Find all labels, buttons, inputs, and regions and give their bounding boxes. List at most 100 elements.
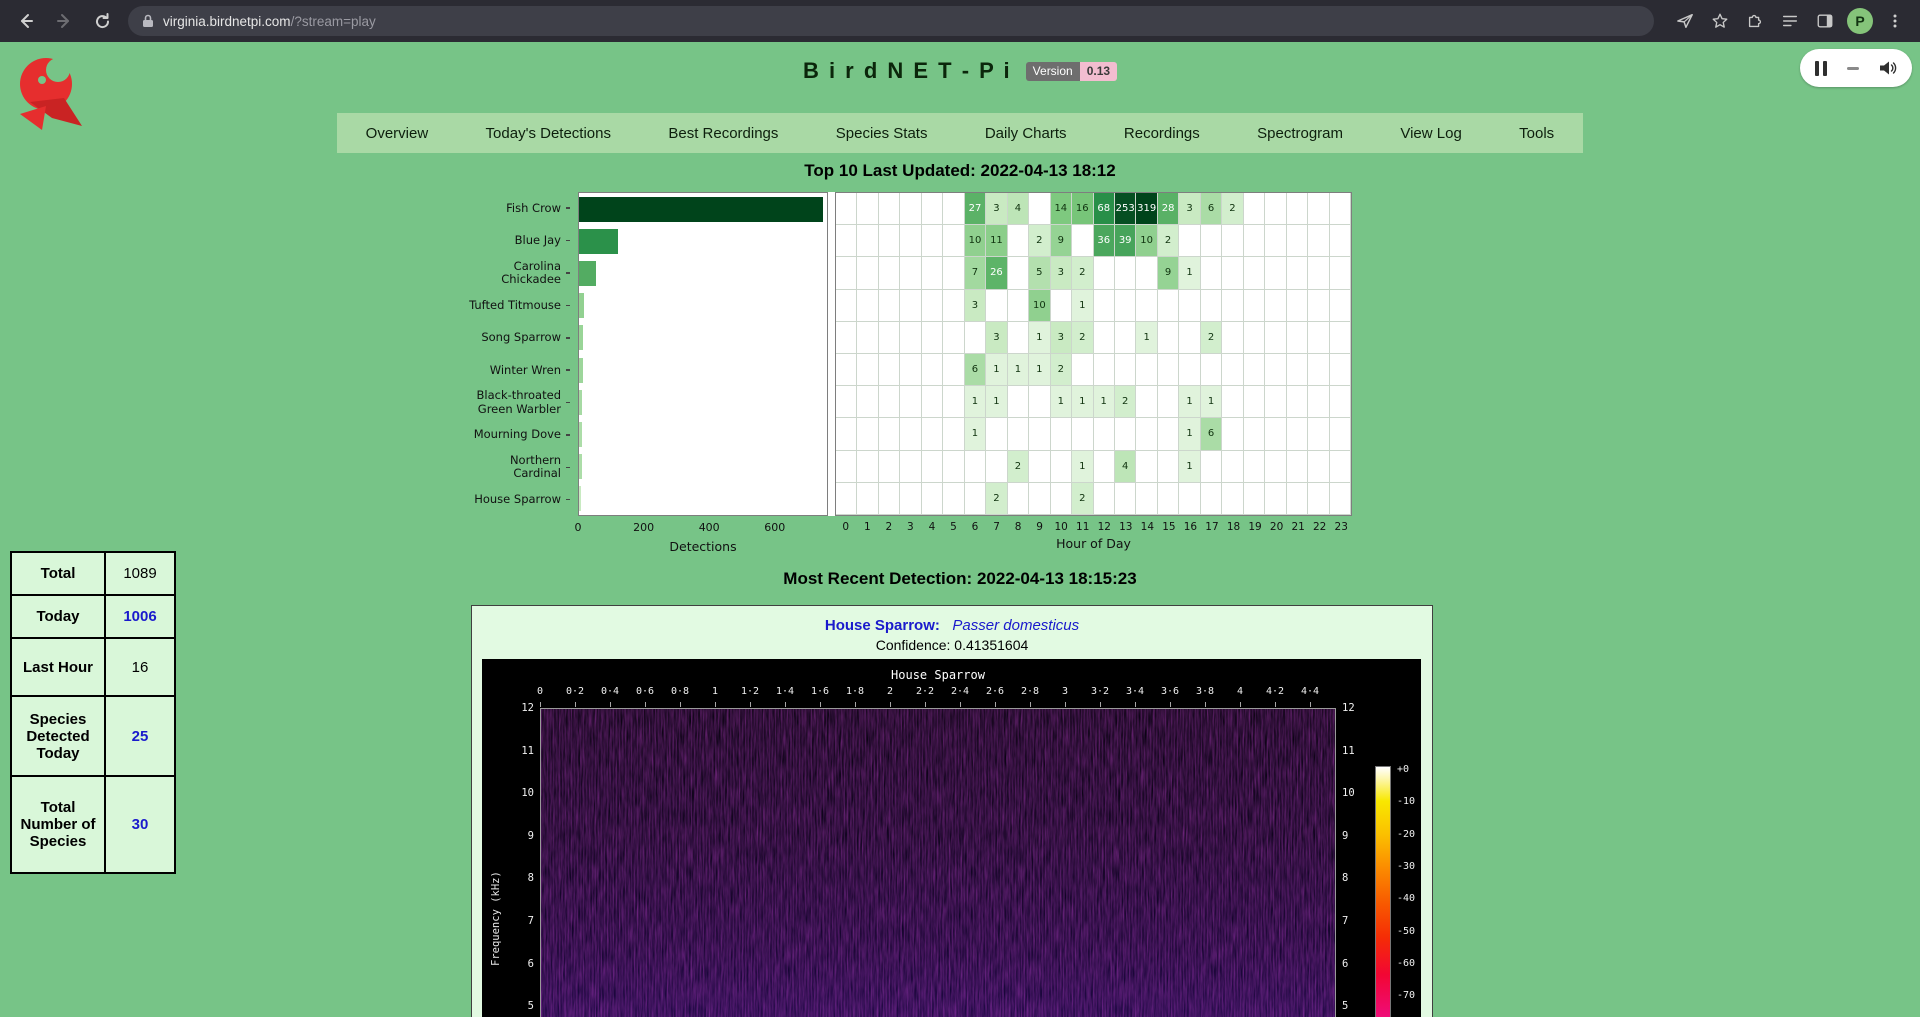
heatmap-cell (1008, 483, 1029, 515)
send-icon[interactable] (1670, 6, 1700, 36)
nav-item-recordings[interactable]: Recordings (1118, 125, 1206, 142)
heatmap-cell (943, 354, 964, 386)
heatmap-cell (900, 257, 921, 289)
heatmap-cell (943, 418, 964, 450)
heatmap-cell (1287, 354, 1308, 386)
reading-list-icon[interactable] (1775, 6, 1805, 36)
spectrogram-colorbar-tick: -70 (1397, 990, 1415, 1001)
heatmap-cell (986, 418, 1007, 450)
heatmap-cell (879, 225, 900, 257)
nav-item-today-s-detections[interactable]: Today's Detections (480, 125, 617, 142)
nav-item-species-stats[interactable]: Species Stats (830, 125, 934, 142)
heatmap-cell (1201, 290, 1222, 322)
audio-player[interactable] (1800, 49, 1912, 87)
spectrogram-x-tick: 0·2 (566, 686, 584, 697)
reload-icon[interactable] (86, 5, 118, 37)
bar-axis-tick: 0 (575, 521, 582, 534)
nav-item-daily-charts[interactable]: Daily Charts (979, 125, 1073, 142)
detection-common-name[interactable]: House Sparrow: (825, 617, 940, 634)
chart-species-labels: Fish CrowBlue JayCarolina ChickadeeTufte… (330, 192, 570, 516)
bar-row (579, 322, 827, 354)
species-label: Winter Wren (330, 354, 570, 386)
heatmap-cell: 1 (1179, 418, 1200, 450)
species-label: Tufted Titmouse (330, 289, 570, 321)
heatmap-cell (1201, 225, 1222, 257)
nav-item-view-log[interactable]: View Log (1394, 125, 1467, 142)
heatmap-cell: 1 (1072, 290, 1093, 322)
heatmap-cell (1158, 418, 1179, 450)
nav-item-tools[interactable]: Tools (1513, 125, 1560, 142)
heatmap-cell (900, 386, 921, 418)
heatmap-cell: 3 (986, 193, 1007, 225)
heatmap-cell (1287, 225, 1308, 257)
heatmap-cell: 14 (1051, 193, 1072, 225)
bookmark-star-icon[interactable] (1705, 6, 1735, 36)
heatmap-cell (1072, 418, 1093, 450)
hour-axis-tick: 17 (1205, 521, 1218, 533)
stat-value-link[interactable]: 30 (106, 777, 174, 872)
avatar[interactable]: P (1847, 8, 1873, 34)
stat-value-link[interactable]: 25 (106, 697, 174, 775)
nav-item-overview[interactable]: Overview (360, 125, 435, 142)
detections-bar (579, 422, 582, 447)
spectrogram-x-tick: 3·4 (1126, 686, 1144, 697)
heatmap-cell: 10 (965, 225, 986, 257)
nav-item-best-recordings[interactable]: Best Recordings (662, 125, 784, 142)
heatmap-cell: 1 (1008, 354, 1029, 386)
detections-bar (579, 197, 823, 222)
birdnetpi-page: B i r d N E T - P i Version 0.13 Overvie… (0, 42, 1920, 1017)
bar-axis-ticks: 0200400600 (578, 521, 828, 535)
heatmap-cell: 10 (1136, 225, 1157, 257)
heatmap-cell (943, 193, 964, 225)
spectrogram-x-tick: 4 (1237, 686, 1243, 697)
heatmap-cell (1265, 257, 1286, 289)
heatmap-cell (1115, 483, 1136, 515)
heatmap-cell (1244, 451, 1265, 483)
chart-gap (828, 192, 835, 516)
heatmap-cell: 1 (1072, 386, 1093, 418)
heatmap-cell (900, 290, 921, 322)
heatmap-cell: 16 (1072, 193, 1093, 225)
back-icon[interactable] (10, 5, 42, 37)
seek-dash[interactable] (1847, 67, 1859, 70)
heatmap-cell (943, 483, 964, 515)
bar-row (579, 290, 827, 322)
heatmap-cell (1008, 290, 1029, 322)
heatmap-cell (922, 418, 943, 450)
menu-dots-icon[interactable] (1880, 6, 1910, 36)
side-panel-icon[interactable] (1810, 6, 1840, 36)
stat-value-link[interactable]: 1006 (106, 596, 174, 637)
heatmap-cell: 1 (1029, 354, 1050, 386)
bar-axis-tick: 400 (699, 521, 720, 534)
heatmap-cell (1158, 386, 1179, 418)
heatmap-cell (1308, 386, 1329, 418)
heatmap-cell: 319 (1136, 193, 1157, 225)
pause-icon[interactable] (1815, 61, 1827, 76)
heatmap-cell: 9 (1051, 225, 1072, 257)
heatmap-cell (857, 451, 878, 483)
volume-icon[interactable] (1879, 60, 1897, 76)
heatmap-cell (836, 193, 857, 225)
forward-icon[interactable] (48, 5, 80, 37)
heatmap-cell (922, 290, 943, 322)
heatmap-cell (1244, 257, 1265, 289)
spectrogram-x-tick: 3·2 (1091, 686, 1109, 697)
bar-row (579, 354, 827, 386)
detection-scientific-name[interactable]: Passer domesticus (952, 617, 1079, 634)
heatmap-cell: 3 (1051, 257, 1072, 289)
heatmap-cell (922, 193, 943, 225)
nav-item-spectrogram[interactable]: Spectrogram (1251, 125, 1349, 142)
stats-table: Total1089Today1006Last Hour16Species Det… (10, 551, 176, 874)
spectrogram-x-tick: 3 (1062, 686, 1068, 697)
heatmap-cell: 2 (1029, 225, 1050, 257)
spectrogram-x-tick: 2·8 (1021, 686, 1039, 697)
extensions-icon[interactable] (1740, 6, 1770, 36)
heatmap-cell: 2 (986, 483, 1007, 515)
heatmap-cell (1094, 418, 1115, 450)
heatmap-cell: 2 (1008, 451, 1029, 483)
heatmap-cell: 1 (1051, 386, 1072, 418)
profile-avatar[interactable]: P (1845, 6, 1875, 36)
stat-label: Total Number of Species (12, 777, 106, 872)
heatmap-cell (836, 483, 857, 515)
address-bar[interactable]: virginia.birdnetpi.com/?stream=play (128, 6, 1654, 36)
